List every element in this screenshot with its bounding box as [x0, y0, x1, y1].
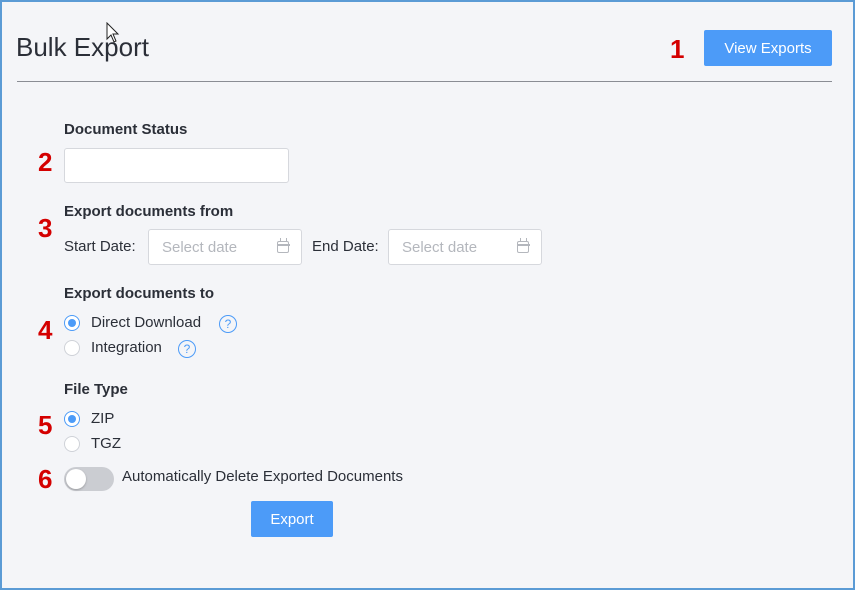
- end-date-placeholder: Select date: [402, 238, 478, 256]
- start-date-picker[interactable]: Select date: [148, 229, 302, 265]
- document-status-label: Document Status: [64, 121, 188, 138]
- step-marker-1: 1: [670, 34, 685, 64]
- toggle-knob: [66, 469, 86, 489]
- auto-delete-toggle[interactable]: [64, 467, 114, 491]
- export-button[interactable]: Export: [251, 501, 333, 537]
- calendar-icon: [516, 238, 530, 253]
- integration-label[interactable]: Integration: [91, 339, 162, 356]
- end-date-label: End Date:: [312, 238, 379, 255]
- start-date-label: Start Date:: [64, 238, 136, 255]
- auto-delete-label: Automatically Delete Exported Documents: [122, 468, 403, 485]
- step-marker-5: 5: [38, 410, 53, 440]
- end-date-picker[interactable]: Select date: [388, 229, 542, 265]
- bulk-export-panel: Bulk Export View Exports 1 2 Document St…: [0, 0, 855, 590]
- export-to-label: Export documents to: [64, 285, 215, 302]
- step-marker-6: 6: [38, 464, 53, 494]
- start-date-placeholder: Select date: [162, 238, 238, 256]
- view-exports-button[interactable]: View Exports: [704, 30, 832, 66]
- file-type-label: File Type: [64, 381, 128, 398]
- tgz-radio[interactable]: [64, 436, 80, 452]
- document-status-input[interactable]: [64, 148, 289, 183]
- header-divider: [17, 81, 832, 82]
- direct-download-label[interactable]: Direct Download: [91, 314, 201, 331]
- integration-radio[interactable]: [64, 340, 80, 356]
- calendar-icon: [276, 238, 290, 253]
- page-title: Bulk Export: [16, 32, 149, 62]
- step-marker-2: 2: [38, 147, 53, 177]
- step-marker-4: 4: [38, 315, 53, 345]
- mouse-cursor-icon: [106, 22, 120, 43]
- direct-download-radio[interactable]: [64, 315, 80, 331]
- integration-help-icon[interactable]: ?: [178, 340, 196, 358]
- step-marker-3: 3: [38, 213, 53, 243]
- tgz-label[interactable]: TGZ: [91, 435, 121, 452]
- zip-label[interactable]: ZIP: [91, 410, 114, 427]
- export-from-label: Export documents from: [64, 203, 234, 220]
- zip-radio[interactable]: [64, 411, 80, 427]
- direct-download-help-icon[interactable]: ?: [219, 315, 237, 333]
